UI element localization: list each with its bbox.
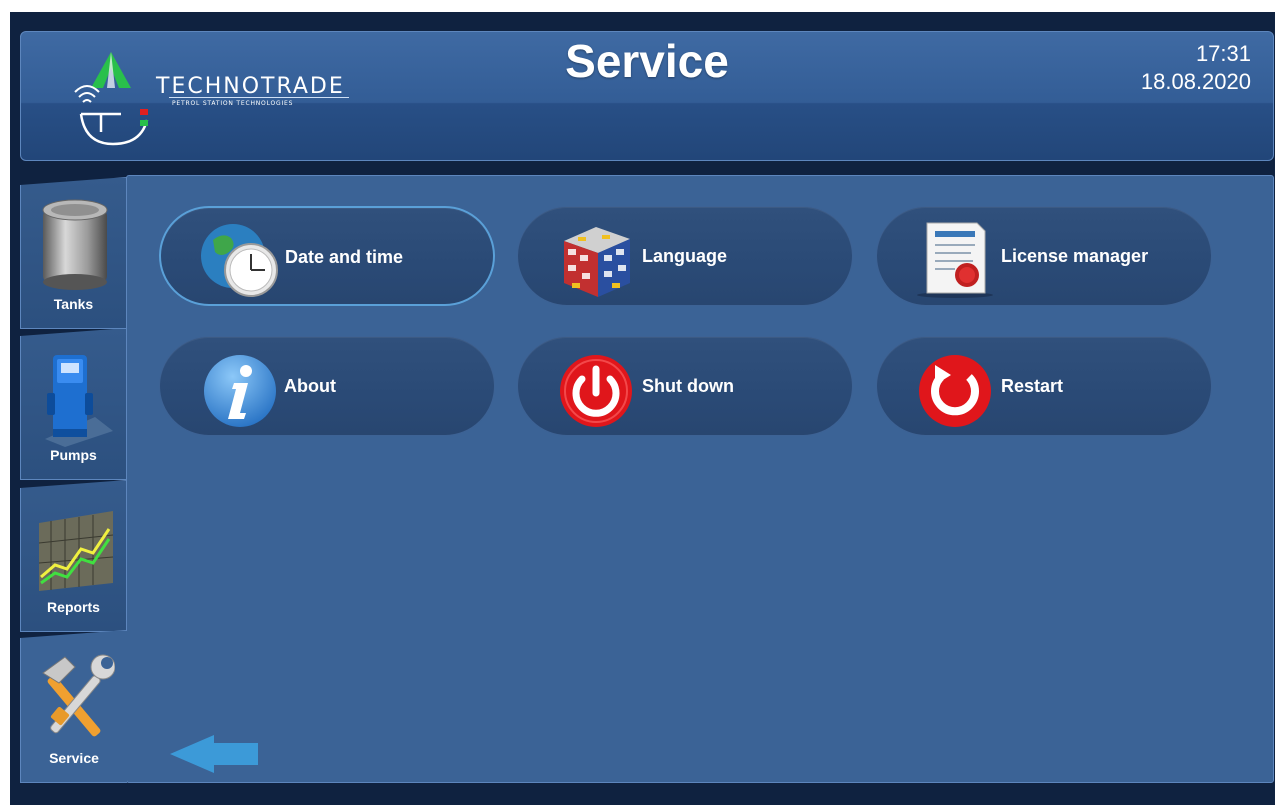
- back-arrow-icon[interactable]: [170, 735, 260, 773]
- about-button[interactable]: About: [159, 336, 495, 436]
- tools-icon: [42, 654, 115, 737]
- language-button[interactable]: Language: [517, 206, 853, 306]
- fuel-pump-icon: [45, 355, 113, 447]
- clock: 17:31 18.08.2020: [1141, 40, 1251, 96]
- sidebar-item-label: Reports: [47, 599, 100, 615]
- date-and-time-button[interactable]: Date and time: [159, 206, 495, 306]
- clock-date: 18.08.2020: [1140, 69, 1251, 94]
- sidebar-item-label: Tanks: [53, 296, 94, 312]
- button-label: Restart: [1001, 376, 1064, 396]
- page-title: Service: [565, 35, 729, 87]
- sidebar-item-reports[interactable]: Reports: [20, 480, 127, 632]
- clock-time: 17:31: [1195, 41, 1251, 66]
- restart-icon: [919, 355, 991, 427]
- license-manager-button[interactable]: License manager: [876, 206, 1212, 306]
- button-label: Language: [642, 246, 728, 266]
- flags-cube-icon: [564, 227, 630, 297]
- chart-icon: [38, 511, 114, 591]
- sidebar-item-tanks[interactable]: Tanks: [20, 177, 127, 329]
- globe-clock-icon: [201, 224, 278, 297]
- power-icon: [560, 355, 632, 427]
- sidebar-item-label: Pumps: [50, 447, 97, 463]
- logo-subtitle: PETROL STATION TECHNOLOGIES: [172, 100, 294, 107]
- restart-button[interactable]: Restart: [876, 336, 1212, 436]
- sidebar-item-pumps[interactable]: Pumps: [20, 328, 127, 480]
- logo-divider: [169, 97, 349, 98]
- tank-icon: [42, 199, 108, 290]
- button-label: Date and time: [285, 247, 404, 267]
- header-bar: TECHNOTRADE PETROL STATION TECHNOLOGIES …: [20, 31, 1274, 161]
- button-label: License manager: [1001, 246, 1149, 266]
- button-label: Shut down: [642, 376, 734, 396]
- shut-down-button[interactable]: Shut down: [517, 336, 853, 436]
- sidebar-item-service[interactable]: Service: [20, 630, 127, 783]
- certificate-icon: [917, 222, 993, 298]
- info-icon: [204, 355, 276, 427]
- sidebar-item-label: Service: [49, 750, 99, 766]
- button-label: About: [284, 376, 336, 396]
